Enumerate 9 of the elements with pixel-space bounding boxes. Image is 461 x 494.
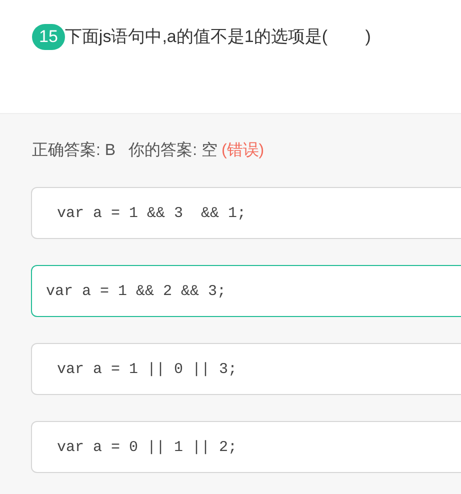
correct-answer-label: 正确答案: B (32, 140, 116, 161)
your-answer-label: 你的答案: 空 (128, 140, 218, 161)
answer-option[interactable]: var a = 1 || 0 || 3; (31, 343, 461, 395)
answer-option[interactable]: var a = 1 && 2 && 3; (31, 265, 461, 317)
question-number-badge: 15 (32, 24, 65, 50)
wrong-verdict: (错误) (221, 141, 264, 161)
question-text: 下面js语句中,a的值不是1的选项是( ) (64, 26, 371, 48)
answer-option[interactable]: var a = 0 || 1 || 2; (31, 421, 461, 473)
answer-option[interactable]: var a = 1 && 3 && 1; (31, 187, 461, 239)
